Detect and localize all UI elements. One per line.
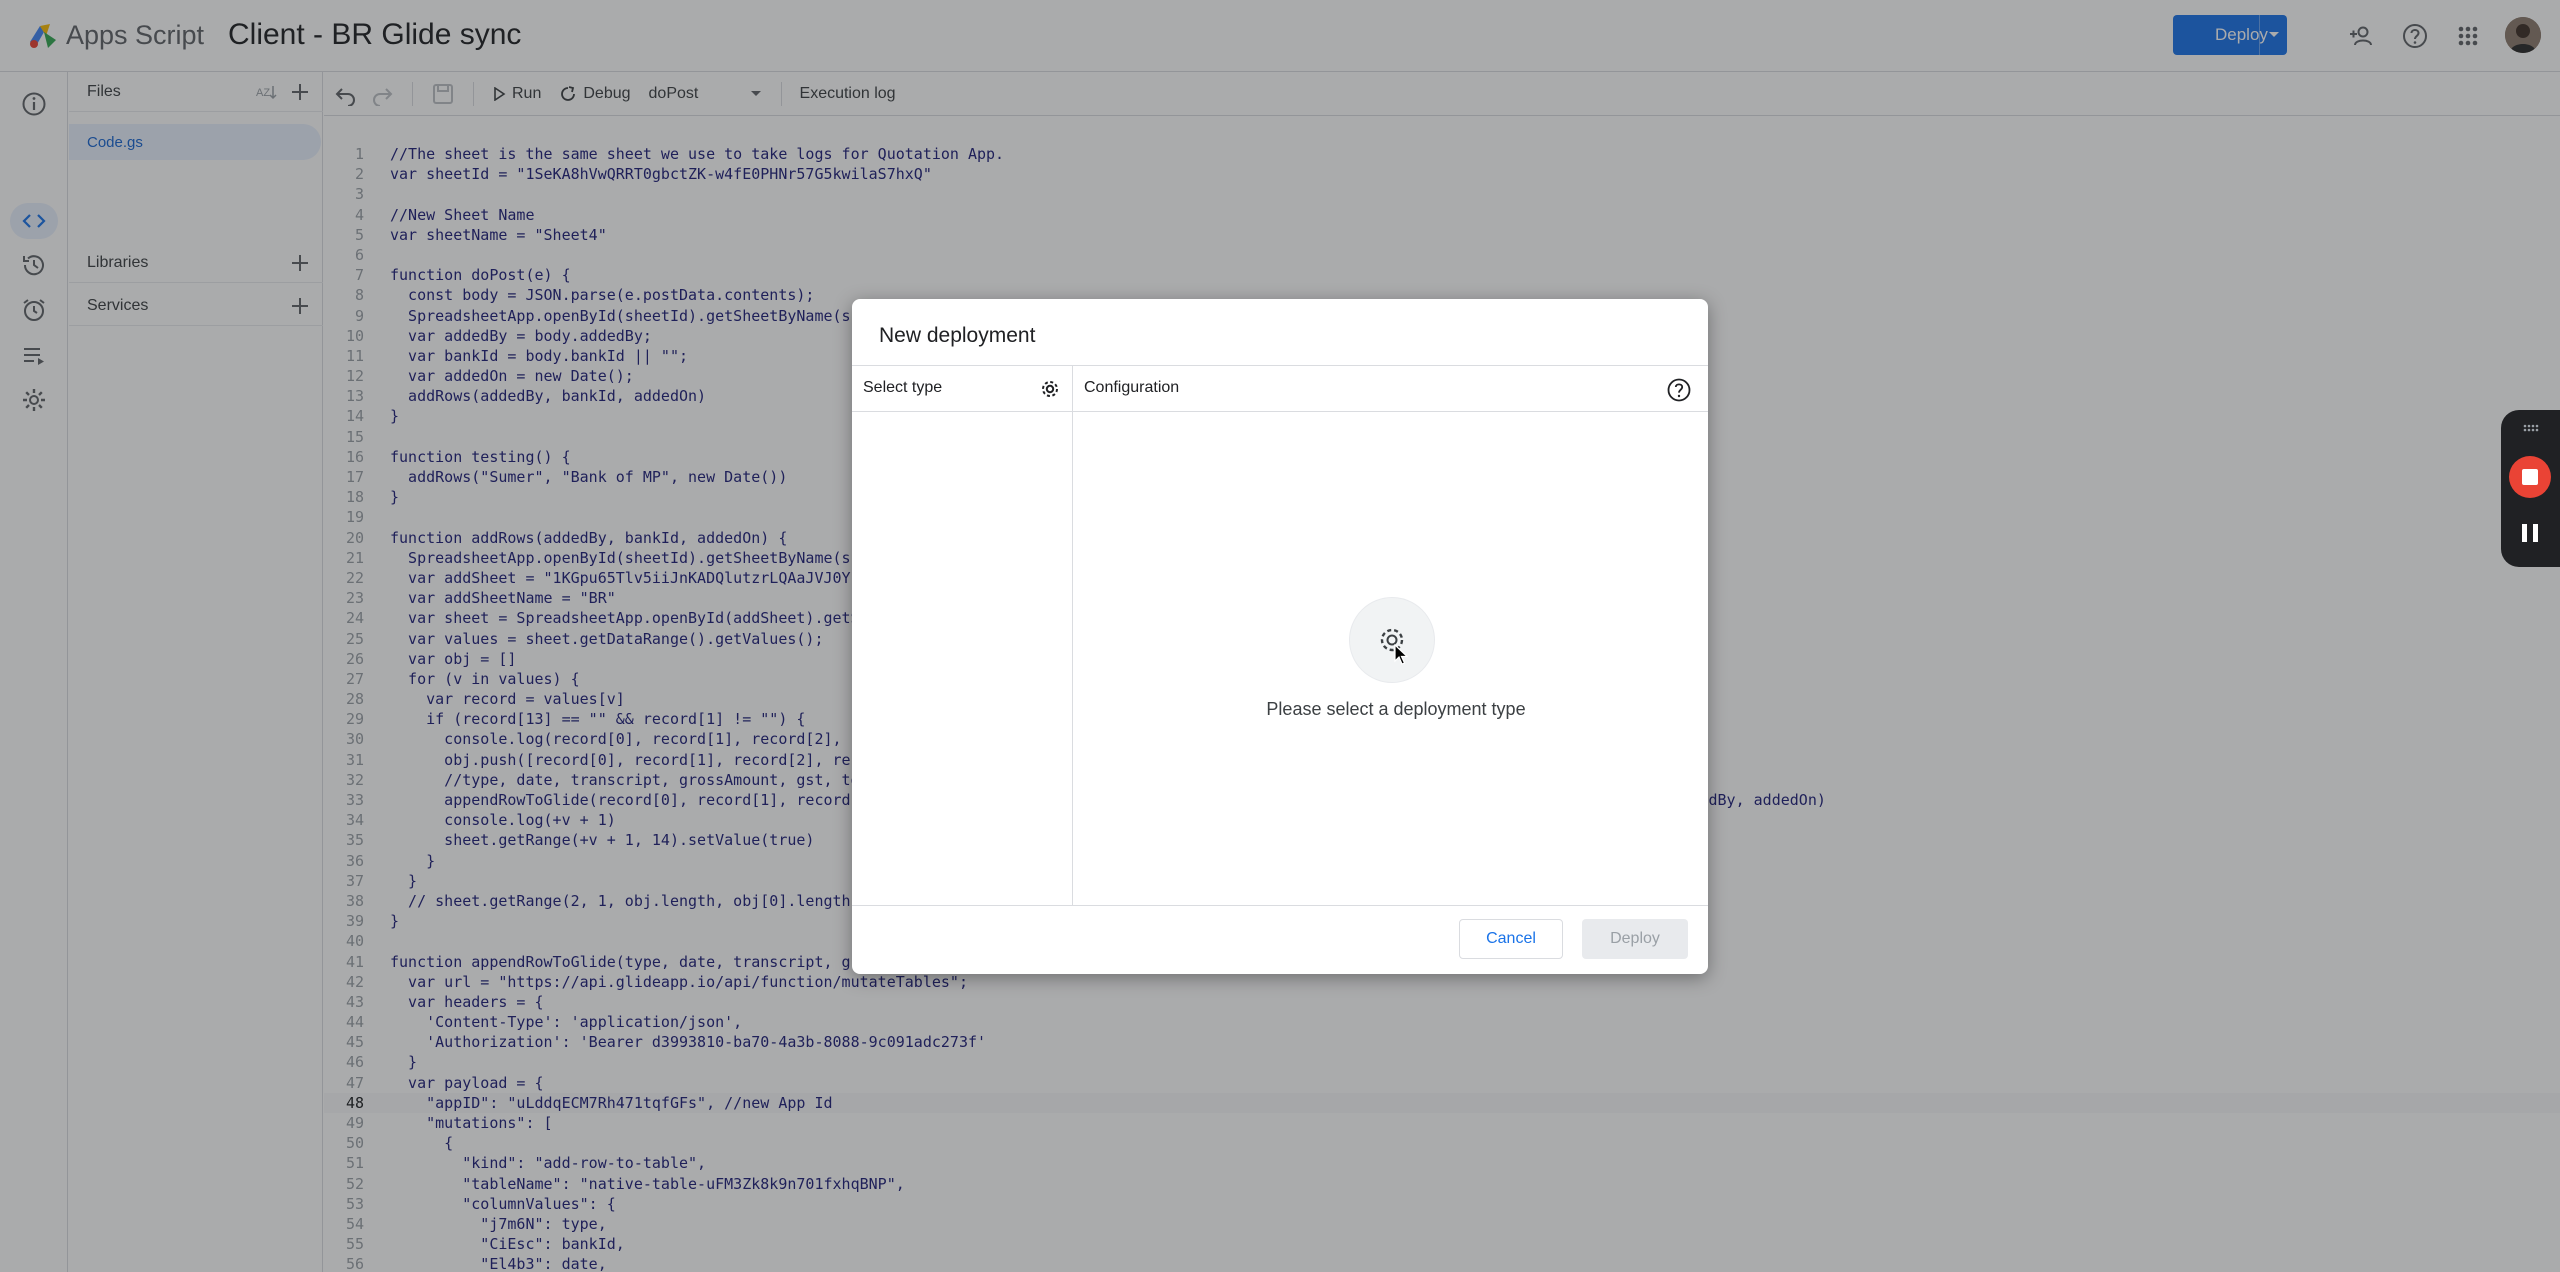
pause-bar — [2522, 524, 2527, 542]
deploy-button[interactable]: Deploy — [1582, 919, 1688, 959]
new-deployment-dialog: New deployment Select type Configuration… — [852, 299, 1708, 974]
drag-handle-icon[interactable] — [2523, 424, 2539, 432]
configuration-label: Configuration — [1084, 379, 1180, 396]
select-type-label: Select type — [863, 379, 943, 396]
select-type-column — [852, 365, 1073, 905]
mouse-cursor-icon — [1394, 644, 1408, 665]
screen-recorder-widget — [2501, 410, 2560, 567]
help-circle-icon[interactable] — [1666, 377, 1692, 403]
empty-state-illustration — [1349, 597, 1435, 683]
stop-icon — [2522, 469, 2538, 485]
dialog-title: New deployment — [879, 324, 1036, 347]
select-type-gear-icon[interactable] — [1039, 378, 1061, 400]
dialog-footer — [852, 905, 1708, 974]
empty-state-message: Please select a deployment type — [1266, 699, 1526, 719]
stop-recording-button[interactable] — [2509, 456, 2551, 498]
pause-recording-button[interactable] — [2522, 524, 2538, 542]
cancel-button[interactable]: Cancel — [1459, 919, 1563, 959]
pause-bar — [2533, 524, 2538, 542]
